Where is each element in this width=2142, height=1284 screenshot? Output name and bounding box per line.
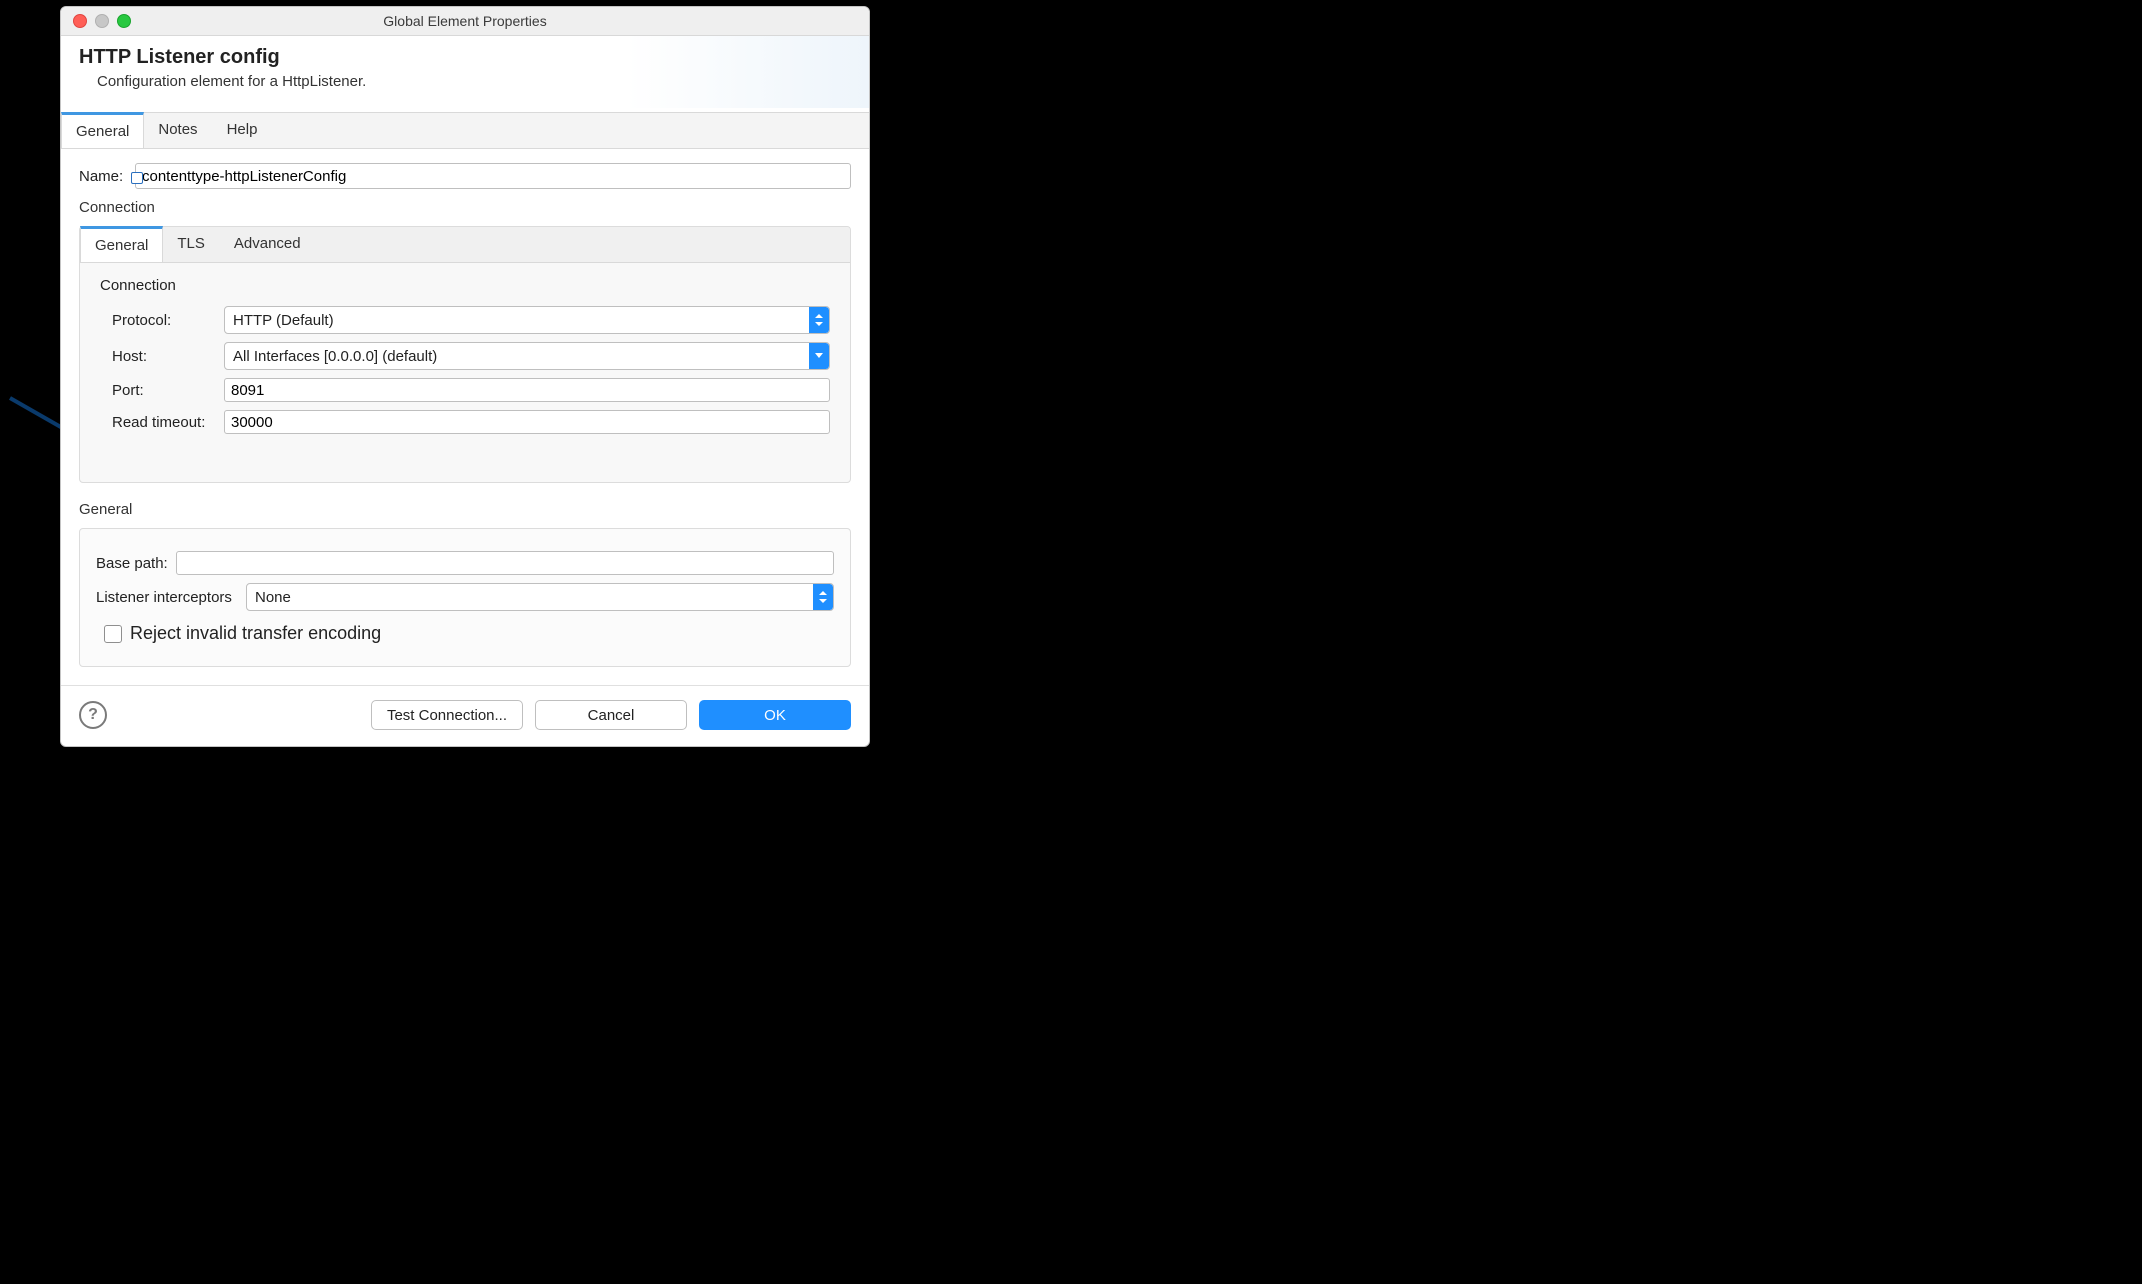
connection-panel-body: Connection Protocol: HTTP (Default) Host… xyxy=(80,263,850,482)
host-value: All Interfaces [0.0.0.0] (default) xyxy=(225,348,809,365)
inner-tab-general[interactable]: General xyxy=(80,226,163,262)
window-title: Global Element Properties xyxy=(61,13,869,29)
name-row: Name: xyxy=(79,163,851,189)
base-path-row: Base path: xyxy=(96,551,834,575)
protocol-label: Protocol: xyxy=(112,312,224,329)
zoom-icon[interactable] xyxy=(117,14,131,28)
interceptors-row: Listener interceptors None xyxy=(96,583,834,611)
chevron-down-icon xyxy=(809,343,829,369)
inner-tab-tls[interactable]: TLS xyxy=(163,227,220,262)
minimize-icon[interactable] xyxy=(95,14,109,28)
read-timeout-row: Read timeout: xyxy=(112,410,830,434)
cancel-button[interactable]: Cancel xyxy=(535,700,687,730)
port-label: Port: xyxy=(112,382,224,399)
read-timeout-label: Read timeout: xyxy=(112,414,224,431)
dialog-body: Name: Connection General TLS Advanced Co… xyxy=(61,149,869,667)
read-timeout-input[interactable] xyxy=(224,410,830,434)
reject-encoding-row: Reject invalid transfer encoding xyxy=(104,623,834,644)
tab-general[interactable]: General xyxy=(61,112,144,148)
close-icon[interactable] xyxy=(73,14,87,28)
interceptors-select[interactable]: None xyxy=(246,583,834,611)
port-input[interactable] xyxy=(224,378,830,402)
connection-panel: General TLS Advanced Connection Protocol… xyxy=(79,226,851,483)
help-icon[interactable]: ? xyxy=(79,701,107,729)
port-row: Port: xyxy=(112,378,830,402)
reject-encoding-label: Reject invalid transfer encoding xyxy=(130,623,381,644)
general-section-title: General xyxy=(79,501,851,518)
base-path-input[interactable] xyxy=(176,551,834,575)
host-label: Host: xyxy=(112,348,224,365)
outer-tabs: General Notes Help xyxy=(61,112,869,149)
tab-notes[interactable]: Notes xyxy=(144,113,212,148)
protocol-row: Protocol: HTTP (Default) xyxy=(112,306,830,334)
window-controls xyxy=(73,14,131,28)
interceptors-label: Listener interceptors xyxy=(96,589,246,606)
test-connection-button[interactable]: Test Connection... xyxy=(371,700,523,730)
inner-tabs: General TLS Advanced xyxy=(80,227,850,263)
page-title: HTTP Listener config xyxy=(79,46,851,69)
page-subtitle: Configuration element for a HttpListener… xyxy=(97,73,851,90)
tab-help[interactable]: Help xyxy=(213,113,273,148)
titlebar: Global Element Properties xyxy=(61,7,869,36)
name-label: Name: xyxy=(79,168,135,185)
base-path-label: Base path: xyxy=(96,555,176,572)
general-panel: Base path: Listener interceptors None xyxy=(79,528,851,667)
interceptors-value: None xyxy=(247,589,813,606)
updown-icon xyxy=(813,584,833,610)
host-row: Host: All Interfaces [0.0.0.0] (default) xyxy=(112,342,830,370)
reject-encoding-checkbox[interactable] xyxy=(104,625,122,643)
dialog-footer: ? Test Connection... Cancel OK xyxy=(61,685,869,746)
protocol-select[interactable]: HTTP (Default) xyxy=(224,306,830,334)
connection-section-title: Connection xyxy=(79,199,851,216)
connection-subtitle: Connection xyxy=(100,277,830,294)
name-input[interactable] xyxy=(135,163,851,189)
dialog-window: Global Element Properties HTTP Listener … xyxy=(60,6,870,747)
ok-button[interactable]: OK xyxy=(699,700,851,730)
inner-tab-advanced[interactable]: Advanced xyxy=(220,227,316,262)
host-combobox[interactable]: All Interfaces [0.0.0.0] (default) xyxy=(224,342,830,370)
updown-icon xyxy=(809,307,829,333)
info-badge-icon xyxy=(131,172,143,184)
dialog-header: HTTP Listener config Configuration eleme… xyxy=(61,36,869,108)
protocol-value: HTTP (Default) xyxy=(225,312,809,329)
